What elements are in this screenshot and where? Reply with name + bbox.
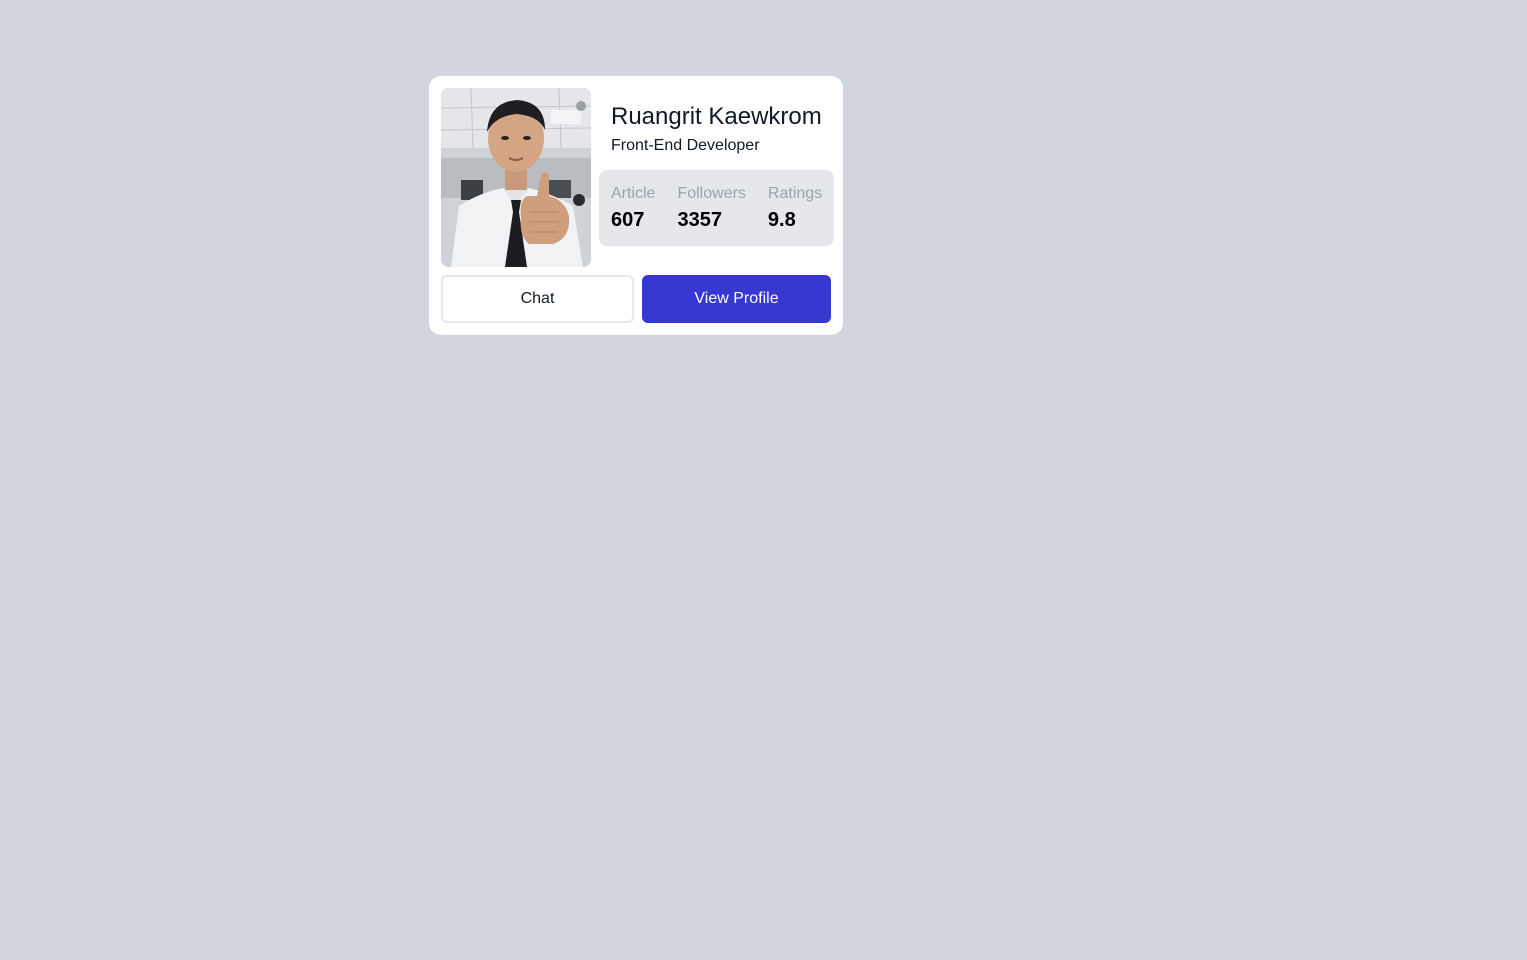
- stat-followers: Followers 3357: [677, 184, 745, 246]
- stat-value: 607: [611, 209, 645, 231]
- profile-name: Ruangrit Kaewkrom: [611, 103, 822, 130]
- stats-panel: Article 607 Followers 3357 Ratings 9.8: [599, 170, 835, 246]
- profile-card: Ruangrit Kaewkrom Front-End Developer Ar…: [429, 76, 843, 335]
- chat-button[interactable]: Chat: [441, 275, 634, 323]
- view-profile-button[interactable]: View Profile: [642, 275, 831, 323]
- stat-label: Ratings: [767, 185, 823, 202]
- card-actions: Chat View Profile: [441, 275, 831, 323]
- stat-value: 9.8: [767, 209, 796, 231]
- stat-ratings: Ratings 9.8: [768, 184, 822, 246]
- profile-role: Front-End Developer: [611, 137, 760, 154]
- profile-header: Ruangrit Kaewkrom Front-End Developer Ar…: [441, 88, 835, 267]
- profile-photo: [441, 88, 591, 267]
- stat-article: Article 607: [611, 184, 655, 246]
- stat-value: 3357: [677, 209, 722, 231]
- profile-info: Ruangrit Kaewkrom Front-End Developer Ar…: [599, 88, 835, 267]
- stat-label: Followers: [677, 185, 746, 202]
- stat-label: Article: [611, 185, 656, 202]
